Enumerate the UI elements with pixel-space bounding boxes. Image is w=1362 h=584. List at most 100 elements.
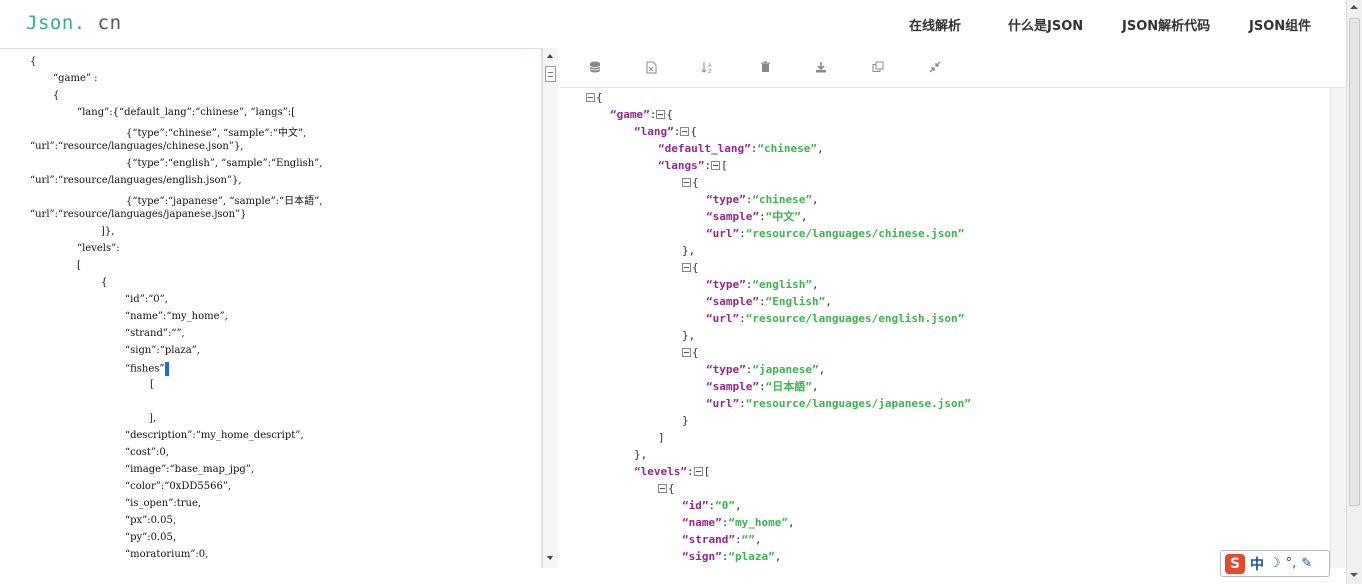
editor-scroll-thumb[interactable] — [545, 66, 556, 82]
json-string-value: “中文” — [765, 210, 801, 223]
collapse-toggle-icon[interactable] — [711, 161, 720, 170]
window-scroll-up-icon[interactable] — [1350, 5, 1358, 9]
json-tree-line: “strand”:“”, — [682, 533, 762, 546]
json-punctuation: { — [596, 91, 603, 104]
editor-line-text: [ — [77, 260, 81, 271]
collapse-toggle-icon[interactable] — [658, 484, 667, 493]
json-key: “sample” — [706, 295, 759, 308]
sogou-logo-icon[interactable]: S — [1225, 553, 1245, 574]
json-punctuation: , — [800, 210, 808, 223]
moon-icon[interactable]: ☽ — [1269, 556, 1281, 571]
json-input-editor[interactable]: {“game” : {“lang”:{“default_lang”:“chines… — [0, 48, 542, 568]
copy-icon[interactable] — [869, 58, 887, 76]
trash-icon[interactable] — [756, 58, 774, 76]
download-icon[interactable] — [812, 58, 830, 76]
window-scroll-thumb[interactable] — [1349, 18, 1360, 506]
editor-line: “game” : — [53, 73, 98, 84]
json-tree-line: “id”:“0”, — [682, 499, 742, 512]
collapse-toggle-icon[interactable] — [656, 110, 666, 119]
json-punctuation: , — [811, 278, 819, 291]
json-punctuation: }, — [682, 244, 696, 257]
collapse-toggle-icon[interactable] — [682, 348, 691, 357]
json-tree-line: “type”:“english”, — [706, 278, 819, 291]
nav-online-parse[interactable]: 在线解析 — [909, 15, 961, 34]
editor-scrollbar[interactable] — [542, 48, 558, 568]
json-key: “type” — [706, 278, 746, 291]
editor-line-text: “moratorium”:0, — [125, 549, 209, 560]
editor-line: “name”:“my_home”, — [125, 311, 228, 322]
json-tree-line: ] — [658, 431, 665, 445]
json-tree-line: }, — [634, 448, 647, 462]
json-tree-line: “url”:“resource/languages/english.json” — [706, 312, 965, 325]
editor-line-text: “fishes” — [125, 363, 165, 375]
json-punctuation: { — [692, 346, 699, 359]
json-string-value: “plaza” — [728, 550, 775, 563]
nav-json-parse-code[interactable]: JSON解析代码 — [1122, 15, 1210, 34]
json-punctuation: { — [690, 125, 697, 138]
json-punctuation: , — [754, 533, 762, 546]
editor-line: “description”:“my_home_descript”, — [125, 430, 304, 441]
editor-line: “moratorium”:0, — [125, 549, 208, 560]
wrench-icon[interactable]: ✎ — [1301, 556, 1312, 571]
json-tree-line: { — [682, 261, 699, 275]
collapse-toggle-icon[interactable] — [693, 467, 703, 476]
editor-line-text: “sign”:“plaza”, — [125, 345, 200, 356]
window-scrollbar[interactable] — [1346, 0, 1362, 584]
json-tree-line: }, — [682, 329, 695, 343]
json-tree-viewer[interactable]: {“game”:{“lang”:{“default_lang”:“chinese… — [560, 88, 1330, 568]
editor-line: “px”:0.05, — [125, 515, 176, 526]
editor-line-text: {“type”:“english”, “sample”:“English”, — [126, 158, 323, 169]
json-key: “game” — [610, 108, 650, 121]
nav-what-is-json[interactable]: 什么是JSON — [1008, 15, 1083, 34]
collapse-toggle-icon[interactable] — [682, 263, 691, 272]
json-tree-line: “langs”:[ — [658, 159, 728, 172]
compress-icon[interactable] — [926, 58, 944, 76]
json-key: “default_lang” — [658, 142, 751, 155]
nav-json-components[interactable]: JSON组件 — [1249, 15, 1311, 34]
json-string-value: “resource/languages/japanese.json” — [745, 397, 971, 410]
collapse-toggle-icon[interactable] — [680, 127, 690, 136]
json-tree-line: “lang”:{ — [634, 125, 697, 138]
editor-line-text: [ — [150, 379, 154, 390]
json-key: “url” — [706, 397, 740, 410]
json-tree-line: “type”:“japanese”, — [706, 363, 826, 376]
editor-line: “image”:“base_map_jpg”, — [125, 464, 254, 475]
editor-line: “url”:“resource/languages/chinese.json”}… — [30, 141, 243, 152]
editor-line-text: “game” : — [53, 73, 98, 84]
collapse-toggle-icon[interactable] — [586, 93, 595, 102]
ime-mode-toggle[interactable]: 中 — [1250, 554, 1264, 574]
json-string-value: “resource/languages/english.json” — [745, 312, 965, 325]
ime-toolbar[interactable]: S 中 ☽ °, ✎ — [1220, 550, 1330, 577]
json-punctuation: , — [774, 550, 782, 563]
viewer-scrollbar[interactable] — [1330, 88, 1346, 568]
collapse-toggle-icon[interactable] — [682, 178, 691, 187]
scroll-down-icon[interactable] — [547, 556, 553, 560]
scroll-up-icon[interactable] — [547, 54, 553, 58]
window-scroll-down-icon[interactable] — [1350, 573, 1358, 577]
punctuation-icon[interactable]: °, — [1286, 556, 1297, 571]
json-punctuation: , — [825, 295, 832, 308]
editor-line: “sign”:“plaza”, — [125, 345, 200, 356]
json-key: “type” — [706, 193, 746, 206]
editor-line-text: {“type”:“japanese”, “sample”:“日本語”, — [126, 196, 323, 207]
editor-line-text: ], — [149, 413, 157, 424]
json-key: “levels” — [634, 465, 687, 478]
json-string-value: “japanese” — [752, 363, 819, 376]
json-key: “lang” — [634, 125, 674, 138]
site-logo[interactable]: Json. cn — [26, 12, 122, 34]
excel-icon[interactable] — [642, 58, 660, 76]
editor-line-text: { — [53, 90, 60, 101]
json-string-value: “日本語” — [765, 380, 812, 393]
editor-line-text: “px”:0.05, — [125, 515, 177, 526]
editor-line: {“type”:“english”, “sample”:“English”, — [126, 158, 322, 169]
editor-line-text: “is_open”:true, — [125, 498, 202, 509]
json-tree-line: } — [682, 414, 689, 428]
editor-line: { — [30, 56, 36, 67]
json-punctuation: }, — [634, 448, 648, 461]
svg-text:Z: Z — [708, 69, 712, 74]
sort-icon[interactable]: AZ — [699, 58, 717, 76]
json-key: “strand” — [682, 533, 735, 546]
json-punctuation: }, — [682, 329, 696, 342]
database-icon[interactable] — [586, 58, 604, 76]
json-tree-line: “sign”:“plaza”, — [682, 550, 782, 563]
